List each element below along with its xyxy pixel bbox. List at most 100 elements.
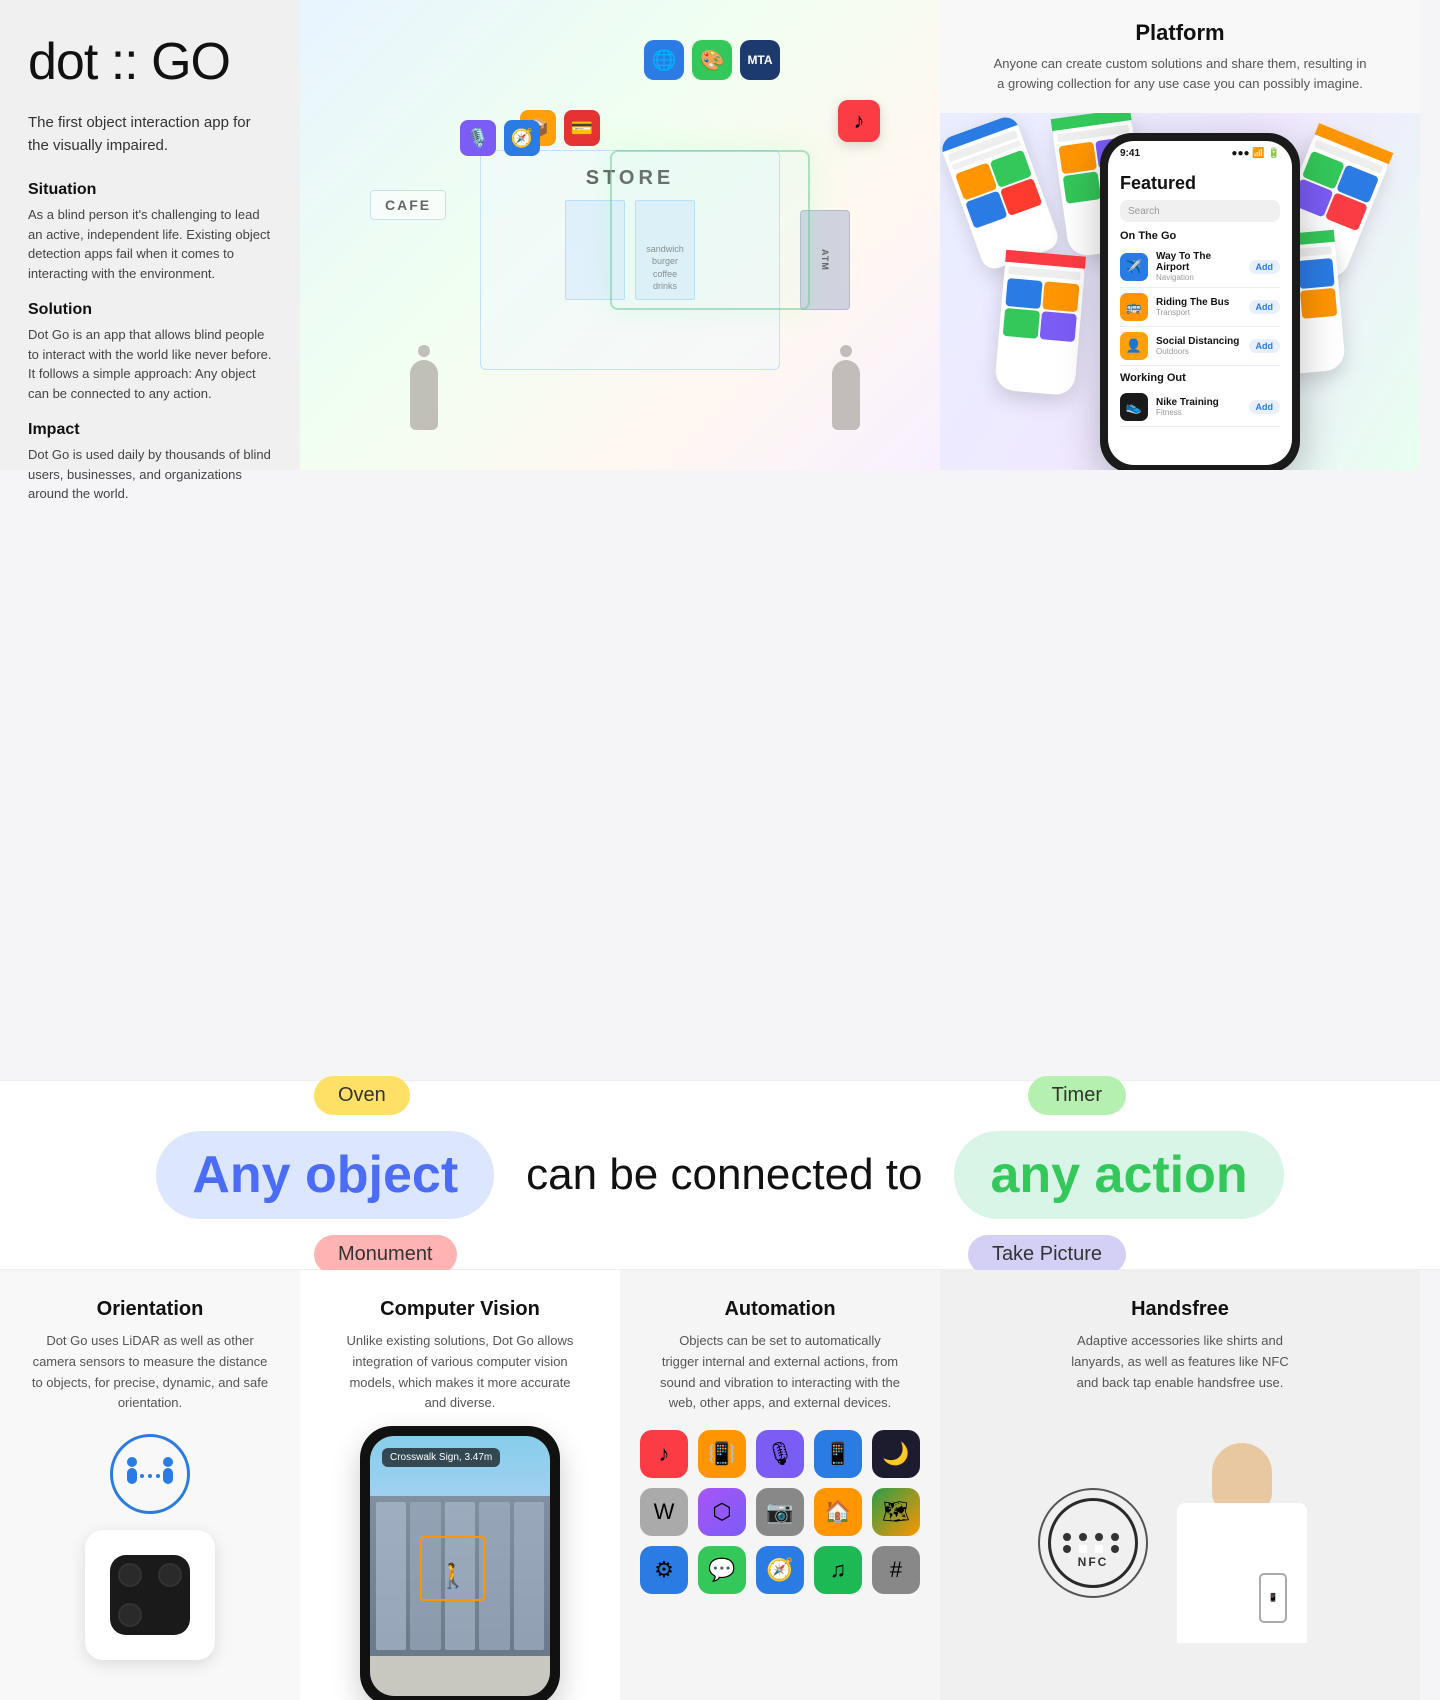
add-btn-4[interactable]: Add: [1249, 400, 1281, 414]
handsfree-visual: NFC 📱: [1043, 1413, 1317, 1672]
icon-phone: 📱: [814, 1430, 862, 1478]
central-iphone: 9:41 ●●● 📶 🔋 Featured Search On The Go: [1100, 133, 1300, 470]
icon-maps: 🗺: [872, 1488, 920, 1536]
impact-text: Dot Go is used daily by thousands of bli…: [28, 445, 272, 504]
pill-monument: Monument: [314, 1235, 457, 1274]
icon-camera: 📷: [756, 1488, 804, 1536]
item3-icon: 👤: [1120, 332, 1148, 360]
app-icon-mta: MTA: [740, 40, 780, 80]
impact-heading: Impact: [28, 421, 272, 439]
floating-icons-2: 🎙️ 🧭: [460, 120, 540, 156]
icon-wiki: W: [640, 1488, 688, 1536]
handsfree-description: Adaptive accessories like shirts and lan…: [1060, 1331, 1300, 1393]
item4-sub: Fitness: [1156, 408, 1241, 417]
bottom-section: Orientation Dot Go uses LiDAR as well as…: [0, 1270, 1440, 1700]
nfc-visual: NFC: [1043, 1493, 1143, 1593]
cv-phone-container: 🚶 Crosswalk Sign, 3.47m: [360, 1426, 560, 1700]
tagline-main-row: Any object can be connected to any actio…: [140, 1127, 1299, 1223]
shirt-iphone: 📱: [1259, 1573, 1287, 1623]
scattered-phone-1: [940, 114, 1062, 273]
human-figure-right: [832, 345, 860, 430]
section2-label: Working Out: [1120, 372, 1280, 384]
icon-shortcut: ⬡: [698, 1488, 746, 1536]
any-action-pill: any action: [954, 1131, 1283, 1219]
section1-label: On The Go: [1120, 230, 1280, 242]
app-description: The first object interaction app for the…: [28, 112, 272, 157]
add-btn-2[interactable]: Add: [1249, 300, 1281, 314]
cv-detection-label: Crosswalk Sign, 3.47m: [390, 1452, 492, 1463]
icon-vibrate: 📳: [698, 1430, 746, 1478]
app-icon-blue: 🌐: [644, 40, 684, 80]
atm-label: ATM: [820, 249, 830, 271]
item4-title: Nike Training: [1156, 397, 1241, 408]
icon-music: ♪: [640, 1430, 688, 1478]
item1-sub: Navigation: [1156, 273, 1241, 282]
app-logo: dot :: GO: [28, 32, 272, 92]
item2-sub: Transport: [1156, 308, 1241, 317]
icon-home: 🏠: [814, 1488, 862, 1536]
add-btn-1[interactable]: Add: [1249, 260, 1281, 274]
logo-text: dot :: GO: [28, 33, 230, 91]
nfc-label: NFC: [1078, 1555, 1109, 1569]
list-item-3: 👤 Social Distancing Outdoors Add: [1120, 327, 1280, 366]
search-bar: Search: [1120, 200, 1280, 222]
cv-title: Computer Vision: [340, 1298, 580, 1321]
status-icons: ●●● 📶 🔋: [1231, 148, 1280, 159]
cv-description: Unlike existing solutions, Dot Go allows…: [340, 1331, 580, 1414]
item3-sub: Outdoors: [1156, 347, 1241, 356]
icon-audio: 🎙: [756, 1430, 804, 1478]
platform-panel: Platform Anyone can create custom soluti…: [940, 0, 1420, 470]
hero-app-icons: 🌐 🎨 MTA: [644, 40, 780, 80]
any-object-pill: Any object: [156, 1131, 494, 1219]
platform-header: Platform Anyone can create custom soluti…: [940, 0, 1420, 113]
camera-lens-1: [118, 1563, 142, 1587]
pill-timer: Timer: [1028, 1076, 1126, 1115]
solution-heading: Solution: [28, 301, 272, 319]
item2-text: Riding The Bus Transport: [1156, 297, 1241, 317]
item4-icon: 👟: [1120, 393, 1148, 421]
orientation-circle: [110, 1434, 190, 1514]
item2-icon: 🚌: [1120, 293, 1148, 321]
crosswalk-sign: 🚶: [428, 1551, 478, 1601]
handsfree-title: Handsfree: [1131, 1298, 1229, 1321]
pill-oven: Oven: [314, 1076, 410, 1115]
handsfree-panel: Handsfree Adaptive accessories like shir…: [940, 1270, 1420, 1700]
search-placeholder: Search: [1128, 206, 1160, 217]
iphone-content: Featured Search On The Go ✈️ Way To The …: [1108, 165, 1292, 465]
nfc-outer-ring: NFC: [1048, 1498, 1138, 1588]
status-time: 9:41: [1120, 148, 1140, 159]
handsfree-person: 📱: [1167, 1443, 1317, 1643]
people-icon: [120, 1454, 180, 1494]
cv-header: Computer Vision Unlike existing solution…: [320, 1270, 600, 1426]
orientation-description: Dot Go uses LiDAR as well as other camer…: [30, 1331, 270, 1414]
icon-safari: 🧭: [756, 1546, 804, 1594]
cafe-sign: CAFE: [370, 190, 446, 220]
list-item-1: ✈️ Way To The Airport Navigation Add: [1120, 246, 1280, 288]
camera-lens-2: [158, 1563, 182, 1587]
icon-messages: 💬: [698, 1546, 746, 1594]
glow-selection-frame: [610, 150, 810, 310]
situation-text: As a blind person it's challenging to le…: [28, 205, 272, 283]
icon-moon: 🌙: [872, 1430, 920, 1478]
tagline-section: Oven Timer Any object can be connected t…: [0, 1080, 1440, 1270]
music-icon: ♪: [838, 100, 880, 142]
platform-description: Anyone can create custom solutions and s…: [990, 54, 1370, 93]
street-area: [370, 1656, 550, 1696]
item1-title: Way To The Airport: [1156, 251, 1241, 273]
list-item-4: 👟 Nike Training Fitness Add: [1120, 388, 1280, 427]
hero-scene: 🌐 🎨 MTA CAFE STORE sandwichburgercoffeed…: [300, 0, 940, 470]
can-connected-text: can be connected to: [526, 1150, 922, 1200]
phones-scattered: 9:41 ●●● 📶 🔋 Featured Search On The Go: [940, 113, 1420, 470]
scattered-phone-5: [994, 250, 1086, 396]
orientation-visual: [110, 1434, 190, 1514]
add-btn-3[interactable]: Add: [1249, 339, 1281, 353]
featured-title: Featured: [1120, 173, 1280, 194]
item1-icon: ✈️: [1120, 253, 1148, 281]
icon-spotify: ♫: [814, 1546, 862, 1594]
cv-label-overlay: Crosswalk Sign, 3.47m: [382, 1448, 500, 1467]
iphone-camera-visual: [75, 1530, 225, 1670]
app-icon-green: 🎨: [692, 40, 732, 80]
item1-text: Way To The Airport Navigation: [1156, 251, 1241, 282]
iphone-camera-frame: [85, 1530, 215, 1660]
status-bar: 9:41 ●●● 📶 🔋: [1108, 141, 1292, 165]
